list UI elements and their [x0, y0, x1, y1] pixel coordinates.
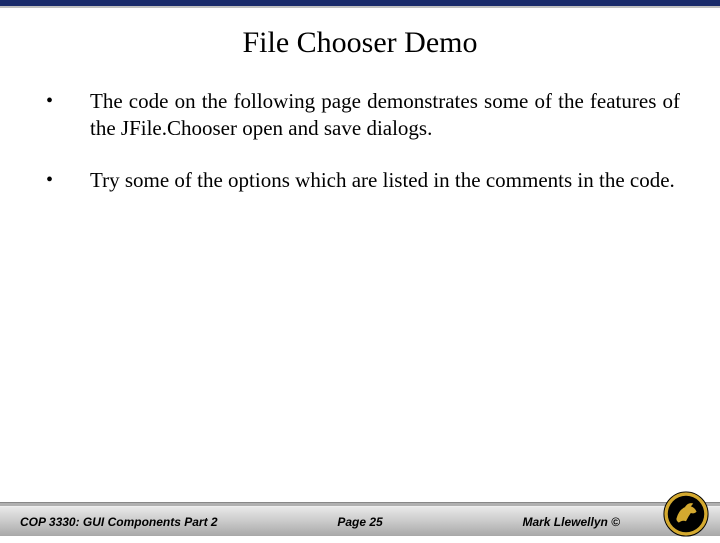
ucf-pegasus-logo-icon: [662, 490, 710, 538]
bullet-marker: •: [40, 88, 90, 143]
bullet-text: The code on the following page demonstra…: [90, 88, 680, 143]
footer-author: Mark Llewellyn ©: [522, 515, 620, 529]
bullet-text: Try some of the options which are listed…: [90, 167, 680, 194]
content-area: • The code on the following page demonst…: [0, 88, 720, 194]
footer-course: COP 3330: GUI Components Part 2: [20, 515, 218, 529]
footer-page: Page 25: [337, 515, 382, 529]
footer-bar: COP 3330: GUI Components Part 2 Page 25 …: [0, 506, 720, 536]
bullet-item: • The code on the following page demonst…: [40, 88, 680, 143]
footer: COP 3330: GUI Components Part 2 Page 25 …: [0, 502, 720, 540]
bullet-marker: •: [40, 167, 90, 194]
bullet-item: • Try some of the options which are list…: [40, 167, 680, 194]
slide-title: File Chooser Demo: [0, 8, 720, 88]
